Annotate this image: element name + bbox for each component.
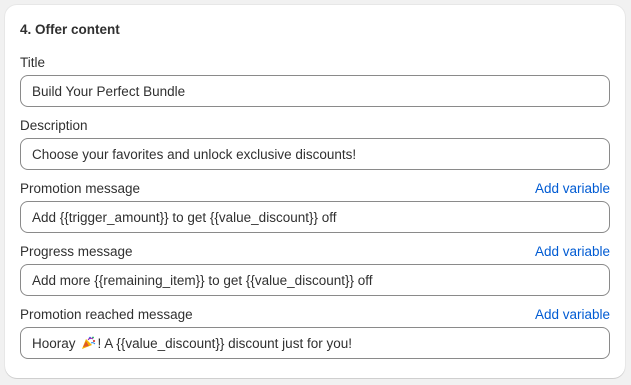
promotion-message-add-variable-link[interactable]: Add variable <box>535 181 610 196</box>
promotion-reached-message-input[interactable]: Hooray ! A {{value_discount}} discount j… <box>20 327 610 359</box>
party-popper-icon <box>81 336 95 349</box>
promotion-reached-message-value-end: ! A {{value_discount}} discount just for… <box>97 335 352 351</box>
promotion-message-field-header: Promotion message Add variable <box>20 179 610 197</box>
section-title: 4. Offer content <box>20 22 120 37</box>
promotion-reached-message-add-variable-link[interactable]: Add variable <box>535 307 610 322</box>
progress-message-field-header: Progress message Add variable <box>20 242 610 260</box>
offer-content-card: 4. Offer content Title Build Your Perfec… <box>5 5 625 378</box>
promotion-reached-message-value-start: Hooray <box>32 335 76 351</box>
title-field-group: Title Build Your Perfect Bundle <box>20 53 610 107</box>
progress-message-label: Progress message <box>20 243 133 259</box>
title-input[interactable]: Build Your Perfect Bundle <box>20 75 610 107</box>
promotion-reached-message-field-header: Promotion reached message Add variable <box>20 305 610 323</box>
description-input[interactable]: Choose your favorites and unlock exclusi… <box>20 138 610 170</box>
promotion-message-input[interactable]: Add {{trigger_amount}} to get {{value_di… <box>20 201 610 233</box>
description-field-header: Description <box>20 116 610 134</box>
title-input-value: Build Your Perfect Bundle <box>32 83 186 99</box>
description-input-value: Choose your favorites and unlock exclusi… <box>32 146 357 162</box>
progress-message-input[interactable]: Add more {{remaining_item}} to get {{val… <box>20 264 610 296</box>
progress-message-add-variable-link[interactable]: Add variable <box>535 244 610 259</box>
promotion-message-label: Promotion message <box>20 180 141 196</box>
promotion-reached-message-label: Promotion reached message <box>20 306 193 322</box>
promotion-reached-message-field-group: Promotion reached message Add variable H… <box>20 305 610 359</box>
progress-message-input-value: Add more {{remaining_item}} to get {{val… <box>32 272 373 288</box>
title-label: Title <box>20 54 46 70</box>
promotion-message-input-value: Add {{trigger_amount}} to get {{value_di… <box>32 209 337 225</box>
title-field-header: Title <box>20 53 610 71</box>
promotion-message-field-group: Promotion message Add variable Add {{tri… <box>20 179 610 233</box>
description-field-group: Description Choose your favorites and un… <box>20 116 610 170</box>
progress-message-field-group: Progress message Add variable Add more {… <box>20 242 610 296</box>
description-label: Description <box>20 117 88 133</box>
